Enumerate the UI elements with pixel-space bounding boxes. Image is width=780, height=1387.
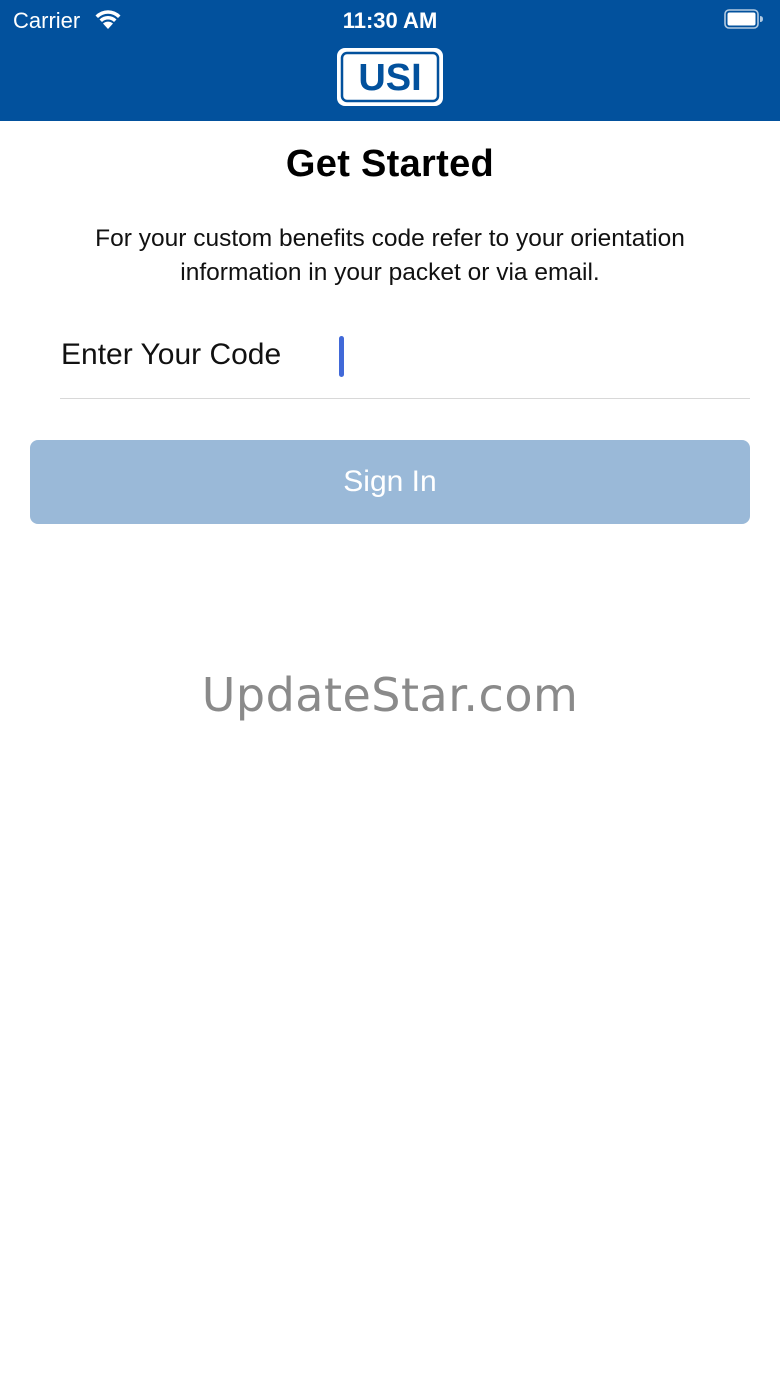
watermark: UpdateStar.com xyxy=(201,668,579,722)
code-input[interactable] xyxy=(338,333,738,383)
clock: 11:30 AM xyxy=(342,8,438,33)
code-label: Enter Your Code xyxy=(61,338,282,371)
text-cursor xyxy=(339,336,344,377)
app-header: Carrier 11:30 AM USI xyxy=(0,0,780,121)
instructions-text: For your custom benefits code refer to y… xyxy=(95,225,685,286)
code-field[interactable]: Enter Your Code xyxy=(60,325,750,399)
usi-logo: USI xyxy=(337,48,443,106)
page-title: Get Started xyxy=(285,143,495,185)
status-bar: Carrier 11:30 AM xyxy=(0,0,780,40)
logo-text: USI xyxy=(358,57,421,99)
sign-in-button[interactable]: Sign In xyxy=(30,440,750,524)
battery-icon xyxy=(724,9,763,29)
